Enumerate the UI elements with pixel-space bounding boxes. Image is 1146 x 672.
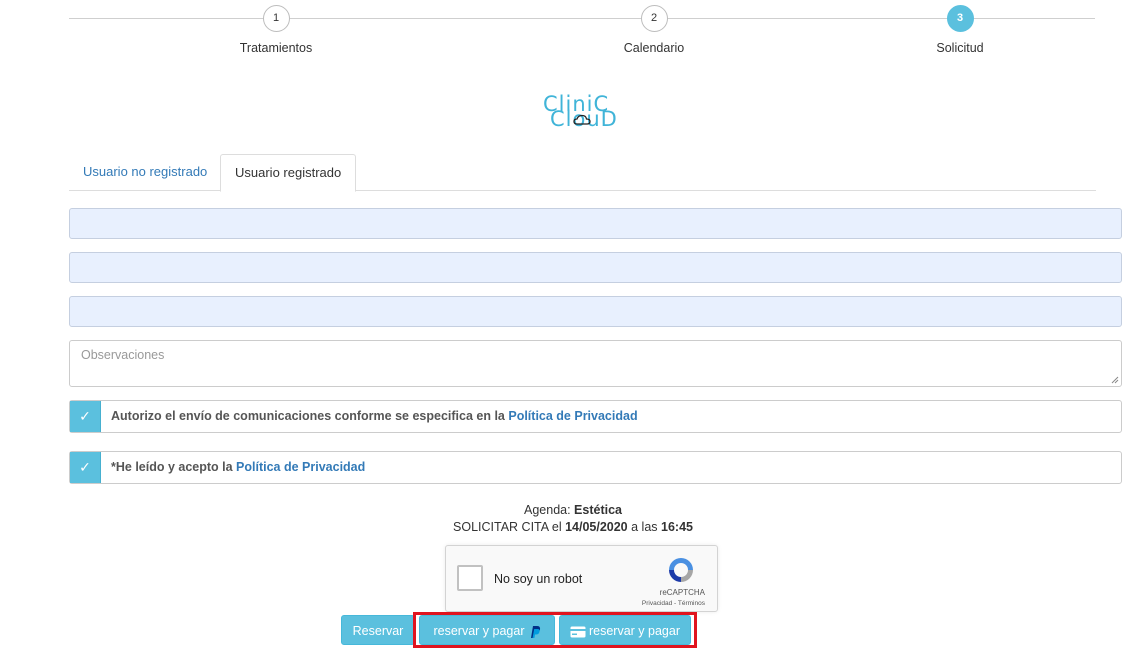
step-number: 3: [946, 5, 974, 32]
agenda-label: Agenda:: [524, 503, 575, 517]
step-label: Calendario: [623, 41, 685, 55]
privacy-policy-link[interactable]: Política de Privacidad: [236, 460, 365, 474]
step-number: 1: [262, 5, 290, 32]
email-input[interactable]: [69, 252, 1122, 283]
tab-registered-user[interactable]: Usuario registrado: [220, 154, 357, 192]
step-number: 2: [640, 5, 668, 32]
phone-input[interactable]: [69, 296, 1122, 327]
consent-communications-row: ✓ Autorizo el envío de comunicaciones co…: [69, 400, 1122, 433]
recaptcha-widget: No soy un robot reCAPTCHA Privacidad - T…: [445, 545, 718, 612]
recaptcha-checkbox[interactable]: [457, 565, 483, 591]
clinic-cloud-logo: CliniC ClouD: [541, 92, 623, 134]
recaptcha-icon: [669, 558, 693, 582]
reserve-button[interactable]: Reservar: [341, 615, 415, 645]
consent-privacy-text: *He leído y acepto la Política de Privac…: [111, 452, 365, 483]
consent-communications-checkbox[interactable]: ✓: [70, 401, 101, 432]
agenda-summary: Agenda: Estética: [0, 503, 1146, 517]
tab-unregistered-user[interactable]: Usuario no registrado: [69, 154, 221, 191]
consent-communications-text: Autorizo el envío de comunicaciones conf…: [111, 401, 638, 432]
name-input[interactable]: [69, 208, 1122, 239]
observations-placeholder: Observaciones: [81, 348, 165, 362]
recaptcha-brand: reCAPTCHA: [659, 588, 705, 597]
consent-privacy-row: ✓ *He leído y acepto la Política de Priv…: [69, 451, 1122, 484]
cloud-icon: [573, 114, 591, 125]
step-tratamientos[interactable]: 1 Tratamientos: [206, 5, 346, 55]
recaptcha-label: No soy un robot: [494, 572, 583, 586]
user-type-tabs: Usuario no registrado Usuario registrado: [69, 154, 1096, 192]
appointment-summary: SOLICITAR CITA el 14/05/2020 a las 16:45: [0, 520, 1146, 534]
consent-privacy-checkbox[interactable]: ✓: [70, 452, 101, 483]
step-label: Solicitud: [936, 41, 984, 55]
observations-textarea[interactable]: Observaciones: [69, 340, 1122, 387]
recaptcha-terms-link[interactable]: Privacidad - Términos: [642, 600, 705, 607]
resize-grip-icon[interactable]: [1111, 376, 1119, 384]
step-calendario[interactable]: 2 Calendario: [584, 5, 724, 55]
appointment-date: 14/05/2020: [565, 520, 628, 534]
appointment-time: 16:45: [661, 520, 693, 534]
consent-text: Autorizo el envío de comunicaciones conf…: [111, 409, 509, 423]
agenda-value: Estética: [574, 503, 622, 517]
request-label: SOLICITAR CITA el: [453, 520, 566, 534]
highlight-box: [413, 612, 697, 648]
at-label: a las: [627, 520, 661, 534]
privacy-policy-link[interactable]: Política de Privacidad: [508, 409, 637, 423]
consent-text: *He leído y acepto la: [111, 460, 237, 474]
step-solicitud[interactable]: 3 Solicitud: [890, 5, 1030, 55]
progress-stepper: 1 Tratamientos 2 Calendario 3 Solicitud: [69, 0, 1095, 70]
step-label: Tratamientos: [239, 41, 313, 55]
